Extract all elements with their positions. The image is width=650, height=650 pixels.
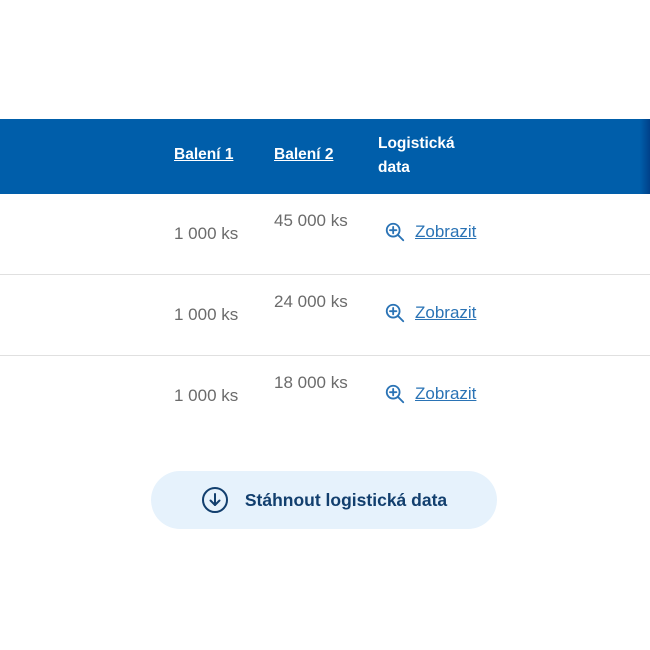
- header-pack2-link[interactable]: Balení 2: [274, 146, 333, 164]
- view-link-label: Zobrazit: [415, 303, 477, 322]
- pack1-cell: 1 000 ks: [174, 386, 239, 405]
- scroll-shadow: [640, 119, 650, 194]
- pack2-cell: 18 000 ks: [274, 373, 348, 392]
- view-link-label: Zobrazit: [415, 222, 477, 241]
- header-logistics-data: Logistická data: [378, 135, 455, 176]
- download-button-label: Stáhnout logistická data: [244, 489, 448, 510]
- view-logistics-link[interactable]: Zobrazit: [384, 383, 476, 405]
- logistics-table-page: Balení 1 Balení 2 Logistická data 1 000 …: [0, 0, 650, 650]
- view-logistics-link[interactable]: Zobrazit: [384, 302, 476, 324]
- table-row: 1 000 ks 18 000 ks Zobrazit: [0, 356, 650, 437]
- zoom-in-icon: [385, 222, 405, 242]
- table-row: 1 000 ks 24 000 ks Zobrazit: [0, 275, 650, 356]
- pack2-cell: 24 000 ks: [274, 292, 348, 311]
- zoom-in-icon: [385, 303, 405, 323]
- header-pack1-link[interactable]: Balení 1: [174, 146, 233, 164]
- download-arrow-icon: [201, 487, 228, 513]
- zoom-in-icon: [385, 384, 405, 404]
- view-link-label: Zobrazit: [415, 384, 477, 403]
- table-row: 1 000 ks 45 000 ks Zobrazit: [0, 194, 650, 275]
- pack1-cell: 1 000 ks: [174, 224, 239, 243]
- download-logistics-button[interactable]: Stáhnout logistická data: [151, 471, 497, 529]
- pack2-cell: 45 000 ks: [274, 211, 348, 230]
- view-logistics-link[interactable]: Zobrazit: [384, 221, 476, 243]
- pack1-cell: 1 000 ks: [174, 305, 239, 324]
